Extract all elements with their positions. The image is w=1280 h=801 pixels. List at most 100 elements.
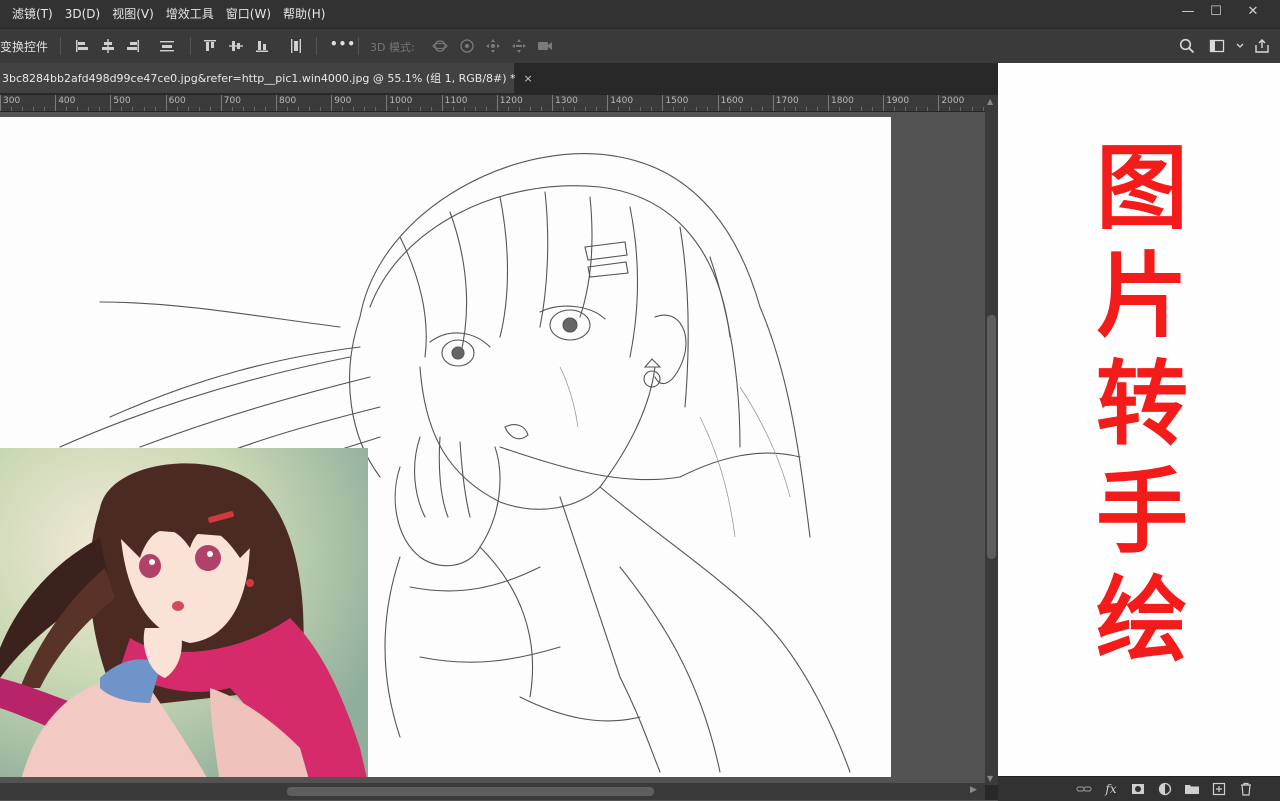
orbit-3d-icon[interactable]: [432, 38, 448, 54]
maximize-button[interactable]: ☐: [1201, 0, 1231, 22]
ruler-minor-tick: [750, 107, 752, 111]
ruler-minor-tick: [982, 107, 984, 111]
ruler-major-tick: [552, 95, 553, 111]
distribute-vertical-icon[interactable]: [159, 38, 175, 54]
ruler-minor-tick: [507, 107, 509, 111]
ruler-minor-tick: [839, 107, 841, 111]
ruler-minor-tick: [872, 107, 874, 111]
ruler-major-tick: [55, 95, 57, 111]
ruler-minor-tick: [949, 107, 951, 111]
ruler-minor-tick: [629, 107, 631, 111]
ruler-minor-tick: [298, 107, 300, 111]
menu-3d[interactable]: 3D(D): [59, 0, 106, 28]
ruler-label: 1600: [720, 96, 744, 106]
minimize-button[interactable]: —: [1173, 0, 1203, 22]
scroll-down-icon[interactable]: ▼: [987, 774, 993, 783]
menu-help[interactable]: 帮助(H): [277, 0, 331, 28]
add-mask-icon[interactable]: [1130, 781, 1146, 797]
ruler-major-tick: [110, 95, 112, 111]
ruler-major-tick: [938, 95, 940, 111]
ruler-minor-tick: [761, 107, 763, 111]
document-tab[interactable]: 3bc8284bb2afd498d99ce47ce0.jpg&refer=htt…: [0, 63, 533, 93]
ruler-minor-tick: [253, 107, 255, 111]
vertical-scrollbar[interactable]: ▲ ▼: [985, 95, 998, 785]
align-right-edges-icon[interactable]: [125, 38, 141, 54]
align-bottom-edges-icon[interactable]: [254, 38, 270, 54]
delete-layer-trash-icon[interactable]: [1238, 781, 1254, 797]
menu-plugins[interactable]: 增效工具: [160, 0, 220, 28]
align-horizontal-centers-icon[interactable]: [100, 38, 116, 54]
link-layers-icon[interactable]: [1076, 781, 1092, 797]
ruler-minor-tick: [121, 107, 123, 111]
ruler-major-tick: [496, 95, 498, 111]
scroll-right-icon[interactable]: ▶: [970, 785, 977, 795]
new-layer-icon[interactable]: [1211, 781, 1227, 797]
ruler-label: 1200: [499, 96, 523, 106]
align-top-edges-icon[interactable]: [202, 38, 218, 54]
ruler-minor-tick: [99, 107, 101, 111]
ruler-minor-tick: [794, 107, 796, 111]
3d-mode-label: 3D 模式:: [370, 41, 415, 54]
ruler-minor-tick: [419, 107, 421, 111]
chevron-down-icon[interactable]: [1232, 38, 1244, 54]
menu-view[interactable]: 视图(V): [106, 0, 160, 28]
ruler-minor-tick: [529, 107, 531, 111]
ruler-minor-tick: [287, 107, 289, 111]
align-vertical-centers-icon[interactable]: [228, 38, 244, 54]
promo-char: 图: [1095, 135, 1188, 242]
ruler-minor-tick: [309, 107, 311, 111]
slide-3d-icon[interactable]: [511, 38, 527, 54]
divider: [190, 37, 191, 55]
horizontal-scrollbar[interactable]: ▶: [0, 783, 985, 800]
workspace-layout-icon[interactable]: [1209, 38, 1225, 54]
ruler-label: 2000: [941, 96, 965, 106]
transform-controls-checkbox-label[interactable]: 变换控件: [0, 38, 48, 55]
ruler-minor-tick: [618, 107, 620, 111]
ruler-minor-tick: [452, 107, 454, 111]
menu-filter[interactable]: 滤镜(T): [0, 0, 59, 28]
ruler-minor-tick: [33, 107, 35, 111]
ruler-major-tick: [165, 95, 167, 111]
layer-style-fx-icon[interactable]: fx: [1103, 781, 1119, 797]
ruler-label: 600: [168, 96, 186, 106]
ruler-label: 1100: [444, 96, 468, 106]
vertical-scroll-thumb[interactable]: [987, 315, 996, 559]
right-panel: 图 片 转 手 绘: [998, 63, 1280, 776]
divider: [316, 37, 317, 55]
ruler-minor-tick: [242, 107, 244, 111]
ruler-minor-tick: [44, 107, 46, 111]
search-icon[interactable]: [1179, 38, 1195, 54]
ruler-major-tick: [717, 95, 719, 111]
ruler-minor-tick: [375, 107, 377, 111]
close-window-button[interactable]: ✕: [1238, 0, 1268, 22]
share-icon[interactable]: [1254, 38, 1270, 54]
close-tab-icon[interactable]: ×: [524, 72, 533, 85]
menu-window[interactable]: 窗口(W): [220, 0, 277, 28]
ruler-minor-tick: [574, 107, 576, 111]
ruler-label: 1900: [886, 96, 910, 106]
roll-3d-icon[interactable]: [459, 38, 475, 54]
adjustment-layer-icon[interactable]: [1157, 781, 1173, 797]
ruler-minor-tick: [209, 107, 211, 111]
ruler-minor-tick: [894, 107, 896, 111]
ruler-label: 900: [334, 96, 352, 106]
more-options-button[interactable]: •••: [330, 37, 356, 51]
ruler-label: 300: [3, 96, 21, 106]
new-group-folder-icon[interactable]: [1184, 781, 1200, 797]
ruler-minor-tick: [187, 107, 189, 111]
ruler-label: 1800: [831, 96, 854, 106]
ruler-minor-tick: [22, 107, 24, 111]
horizontal-scroll-thumb[interactable]: [287, 787, 654, 796]
ruler-minor-tick: [540, 107, 542, 111]
divider: [358, 37, 359, 55]
canvas-document[interactable]: [0, 117, 891, 777]
ruler-minor-tick: [408, 107, 410, 111]
scale-3d-camera-icon[interactable]: [537, 38, 553, 54]
align-left-edges-icon[interactable]: [74, 38, 90, 54]
distribute-horizontal-icon[interactable]: [288, 38, 304, 54]
ruler-major-tick: [883, 95, 885, 111]
reference-photo: [0, 448, 368, 777]
scroll-up-icon[interactable]: ▲: [987, 97, 993, 106]
ruler-minor-tick: [783, 107, 785, 111]
pan-3d-icon[interactable]: [485, 38, 501, 54]
